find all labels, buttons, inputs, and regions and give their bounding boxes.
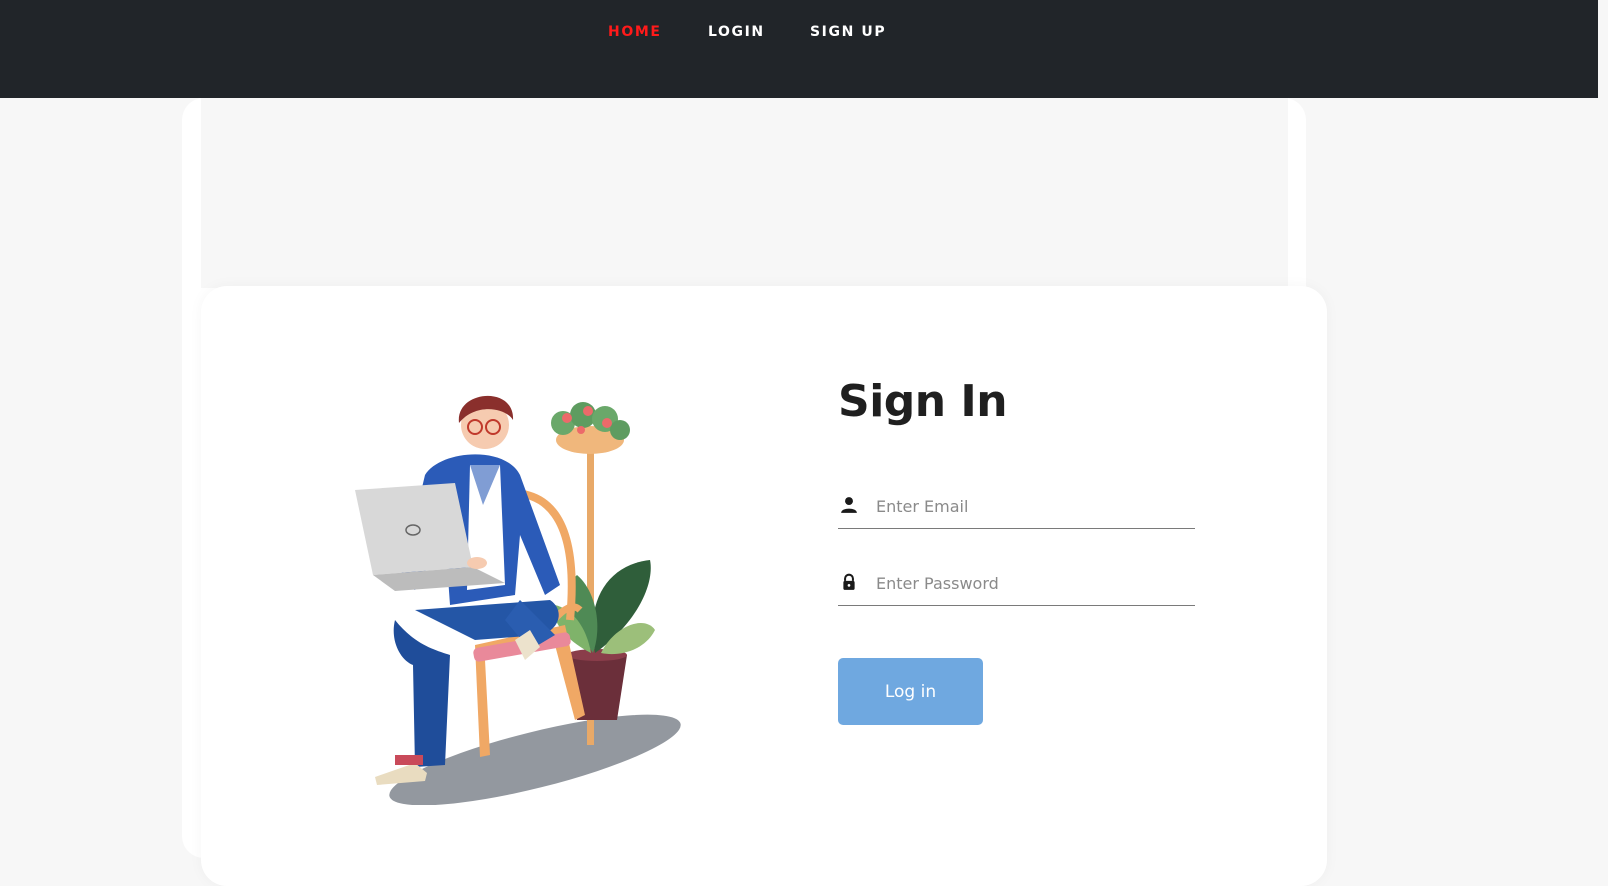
login-button[interactable]: Log in [838, 658, 983, 725]
password-field [838, 561, 1195, 606]
inner-card-banner [201, 98, 1288, 288]
page-scrollbar[interactable] [1598, 0, 1608, 840]
user-icon [841, 497, 857, 513]
nav-signup-link[interactable]: SIGN UP [810, 24, 886, 40]
nav-home-link[interactable]: HOME [608, 24, 662, 40]
person-with-laptop-illustration [355, 395, 681, 805]
lock-icon [843, 573, 855, 590]
nav-login-link[interactable]: LOGIN [708, 24, 765, 40]
password-input[interactable] [876, 565, 1186, 601]
email-field [838, 484, 1195, 529]
signin-title: Sign In [838, 376, 1008, 427]
email-input[interactable] [876, 488, 1186, 524]
top-navbar: HOME LOGIN SIGN UP [0, 0, 1598, 98]
